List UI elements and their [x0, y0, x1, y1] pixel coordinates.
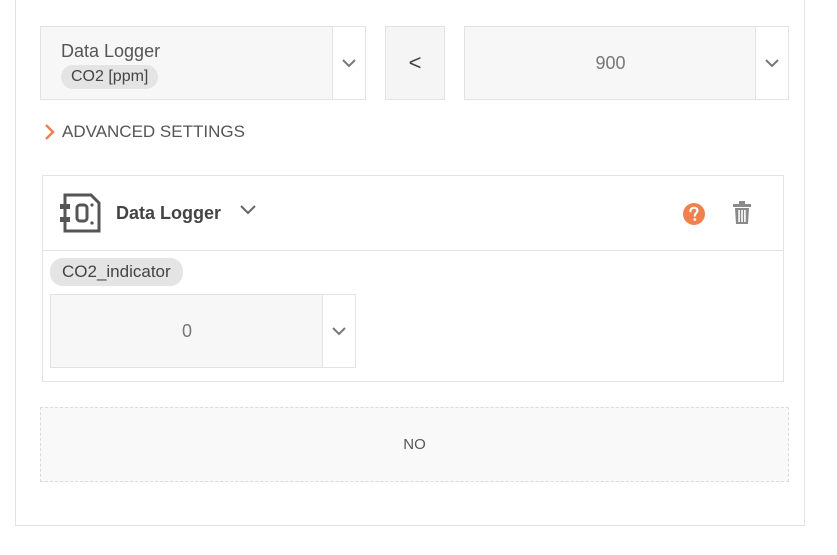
else-label: NO [403, 436, 426, 453]
source-device-label: Data Logger [61, 41, 161, 61]
chevron-down-icon [765, 59, 779, 68]
chevron-right-icon [45, 124, 55, 140]
operator-label: < [408, 50, 422, 75]
else-drop-zone[interactable]: NO [40, 407, 789, 482]
threshold-dropdown-toggle[interactable] [755, 27, 788, 99]
source-variable-chip: CO2 [ppm] [61, 65, 159, 89]
operator-select[interactable]: < [385, 26, 445, 100]
action-value: 0 [181, 320, 192, 341]
help-icon[interactable] [682, 202, 706, 231]
action-value-select[interactable]: 0 [50, 294, 356, 368]
source-dropdown-toggle[interactable] [332, 27, 365, 99]
action-header: Data Logger [43, 176, 783, 251]
chevron-down-icon [332, 327, 346, 336]
action-value-dropdown-toggle[interactable] [322, 295, 355, 367]
data-logger-icon [59, 193, 101, 238]
threshold-select[interactable]: 900 [464, 26, 789, 100]
chevron-down-icon [240, 205, 256, 215]
action-block: Data Logger CO2_indicator 0 [42, 175, 784, 382]
advanced-settings-toggle[interactable]: ADVANCED SETTINGS [44, 122, 245, 142]
source-variable-select[interactable]: Data Logger CO2 [ppm] [40, 26, 366, 100]
trash-icon[interactable] [731, 200, 753, 231]
advanced-settings-label: ADVANCED SETTINGS [62, 122, 245, 141]
target-variable-chip: CO2_indicator [50, 258, 183, 286]
chevron-down-icon [342, 59, 356, 68]
action-device-label: Data Logger [116, 203, 222, 223]
threshold-value: 900 [595, 52, 626, 73]
device-dropdown-toggle[interactable] [239, 203, 257, 221]
